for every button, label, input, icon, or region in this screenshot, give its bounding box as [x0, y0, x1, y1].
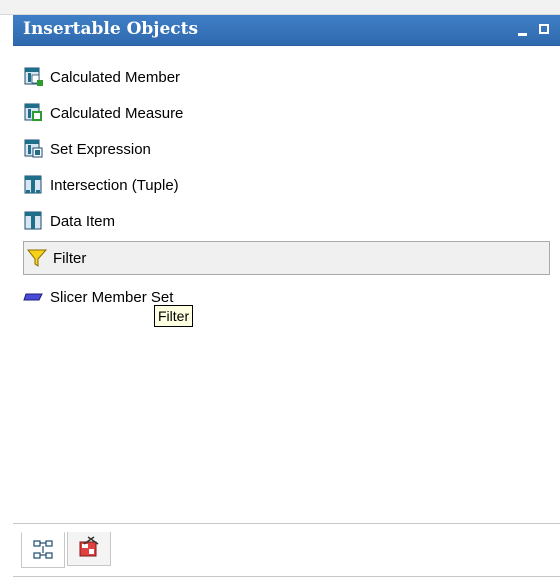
item-label: Calculated Member	[50, 68, 181, 86]
minimize-icon	[518, 33, 527, 36]
list-item-calculated-measure[interactable]: Calculated Measure	[23, 99, 183, 127]
item-label: Intersection (Tuple)	[50, 176, 179, 194]
set-expression-icon	[23, 138, 45, 160]
item-label: Slicer Member Set	[50, 288, 174, 306]
minimize-button[interactable]	[516, 20, 531, 38]
window-top-strip	[0, 0, 560, 15]
list-item-slicer-member-set[interactable]: Slicer Member Set	[23, 283, 173, 311]
tab-toolbox[interactable]	[67, 532, 111, 566]
insertable-objects-panel: Insertable Objects Calculated Member Cal…	[13, 15, 560, 582]
calculated-measure-icon	[23, 102, 45, 124]
list-item-calculated-member[interactable]: Calculated Member	[23, 63, 180, 91]
item-label: Filter	[53, 249, 87, 267]
source-tree-icon	[33, 540, 53, 559]
tab-source-tree[interactable]	[21, 532, 65, 568]
tab-bar-bottom-border	[13, 576, 560, 577]
filter-funnel-icon	[26, 247, 48, 269]
calculated-member-icon	[23, 66, 45, 88]
filter-tooltip: Filter	[154, 305, 194, 327]
panel-title: Insertable Objects	[23, 19, 199, 39]
item-label: Calculated Measure	[50, 104, 184, 122]
intersection-tuple-icon	[23, 174, 45, 196]
list-item-data-item[interactable]: Data Item	[23, 207, 115, 235]
panel-titlebar: Insertable Objects	[13, 15, 560, 46]
maximize-button[interactable]	[538, 20, 553, 38]
list-item-filter[interactable]: Filter	[23, 241, 550, 275]
list-item-intersection-tuple[interactable]: Intersection (Tuple)	[23, 171, 179, 199]
panel-tab-bar	[13, 523, 560, 582]
maximize-icon	[539, 24, 549, 34]
toolbox-icon	[79, 536, 99, 557]
slicer-member-set-icon	[23, 286, 45, 308]
item-label: Data Item	[50, 212, 116, 230]
data-item-icon	[23, 210, 45, 232]
item-label: Set Expression	[50, 140, 151, 158]
list-item-set-expression[interactable]: Set Expression	[23, 135, 151, 163]
